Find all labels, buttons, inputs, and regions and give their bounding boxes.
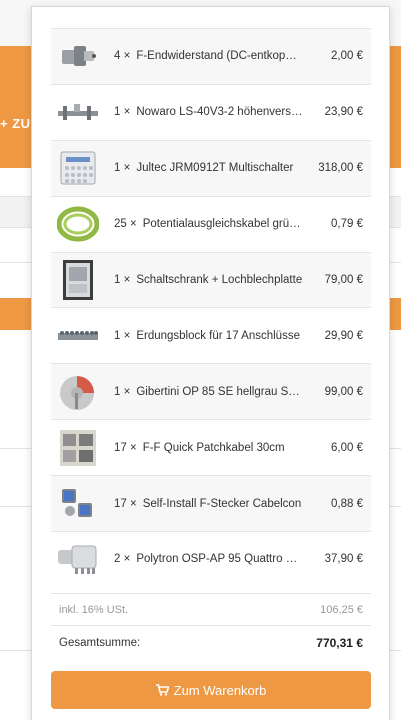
satellite-dish-icon[interactable] xyxy=(56,370,100,414)
item-name[interactable]: Schaltschrank + Lochblechplatte xyxy=(136,274,303,286)
item-quantity: 25 × xyxy=(114,218,137,231)
patch-cable-icon[interactable] xyxy=(56,426,100,470)
item-quantity: 1 × xyxy=(114,106,131,119)
item-price: 79,00 € xyxy=(324,274,363,286)
item-name[interactable]: F-F Quick Patchkabel 30cm xyxy=(143,442,303,454)
cable-coil-icon[interactable] xyxy=(56,202,100,246)
item-name[interactable]: F-Endwiderstand (DC-entkoppelt) xyxy=(136,50,303,62)
item-quantity: 1 × xyxy=(114,274,131,286)
item-name[interactable]: Potentialausgleichskabel grün-gelb xyxy=(143,218,303,230)
cart-dropdown: 4 × F-Endwiderstand (DC-entkoppelt) 2,00… xyxy=(31,6,390,720)
cart-item[interactable]: 1 × Nowaro LS-40V3-2 höhenverstellbar 23… xyxy=(51,83,371,140)
item-quantity: 1 × xyxy=(114,329,131,342)
multiswitch-icon[interactable] xyxy=(56,146,100,190)
item-name[interactable]: Self-Install F-Stecker Cabelcon xyxy=(143,498,303,510)
cart-item[interactable]: 4 × F-Endwiderstand (DC-entkoppelt) 2,00… xyxy=(51,28,371,84)
item-quantity: 17 × xyxy=(114,441,137,454)
cart-item[interactable]: 25 × Potentialausgleichskabel grün-gelb … xyxy=(51,195,371,252)
item-name[interactable]: Nowaro LS-40V3-2 höhenverstellbar xyxy=(136,106,303,118)
item-name[interactable]: Polytron OSP-AP 95 Quattro LNB xyxy=(136,553,303,565)
cart-item-list: 4 × F-Endwiderstand (DC-entkoppelt) 2,00… xyxy=(51,28,371,587)
item-name[interactable]: Jultec JRM0912T Multischalter xyxy=(136,162,303,174)
item-price: 99,00 € xyxy=(324,385,363,398)
cart-item[interactable]: 1 × Gibertini OP 85 SE hellgrau Spiegel … xyxy=(51,363,371,420)
lnb-icon[interactable] xyxy=(56,537,100,581)
cart-item[interactable]: 17 × Self-Install F-Stecker Cabelcon 0,8… xyxy=(51,475,371,532)
cart-item[interactable]: 1 × Erdungsblock für 17 Anschlüsse 29,90… xyxy=(51,307,371,363)
total-value: 770,31 € xyxy=(316,635,363,650)
tax-label: inkl. 16% USt. xyxy=(59,603,129,616)
item-price: 29,90 € xyxy=(324,329,363,342)
cart-item[interactable]: 1 × Schaltschrank + Lochblechplatte 79,0… xyxy=(51,251,371,308)
grounding-block-icon[interactable] xyxy=(56,314,100,358)
item-price: 318,00 € xyxy=(318,162,363,175)
item-name[interactable]: Gibertini OP 85 SE hellgrau Spiegel xyxy=(136,386,303,398)
wall-mount-icon[interactable] xyxy=(56,90,100,134)
item-quantity: 2 × xyxy=(114,553,131,566)
go-to-cart-label: Zum Warenkorb xyxy=(173,682,267,698)
f-terminator-icon[interactable] xyxy=(56,34,100,78)
cart-item[interactable]: 1 × Jultec JRM0912T Multischalter 318,00… xyxy=(51,139,371,196)
total-label: Gesamtsumme: xyxy=(59,636,141,649)
f-connector-icon[interactable] xyxy=(56,482,100,526)
cart-item[interactable]: 17 × F-F Quick Patchkabel 30cm 6,00 € xyxy=(51,419,371,475)
item-price: 2,00 € xyxy=(331,50,363,63)
item-price: 6,00 € xyxy=(331,441,363,454)
tax-row: inkl. 16% USt. 106,25 € xyxy=(51,593,371,625)
item-price: 23,90 € xyxy=(324,106,363,119)
total-row: Gesamtsumme: 770,31 € xyxy=(51,625,371,659)
item-price: 37,90 € xyxy=(324,553,363,566)
item-quantity: 1 × xyxy=(114,385,131,398)
item-quantity: 1 × xyxy=(114,162,131,175)
item-quantity: 4 × xyxy=(114,50,131,63)
cart-item[interactable]: 2 × Polytron OSP-AP 95 Quattro LNB 37,90… xyxy=(51,531,371,587)
item-quantity: 17 × xyxy=(114,497,137,510)
item-name[interactable]: Erdungsblock für 17 Anschlüsse xyxy=(136,330,303,342)
shopping-cart-icon xyxy=(155,684,169,696)
item-price: 0,79 € xyxy=(331,218,363,231)
go-to-cart-button[interactable]: Zum Warenkorb xyxy=(51,671,371,709)
tax-value: 106,25 € xyxy=(320,603,363,616)
item-price: 0,88 € xyxy=(331,497,363,510)
cabinet-icon[interactable] xyxy=(56,258,100,302)
